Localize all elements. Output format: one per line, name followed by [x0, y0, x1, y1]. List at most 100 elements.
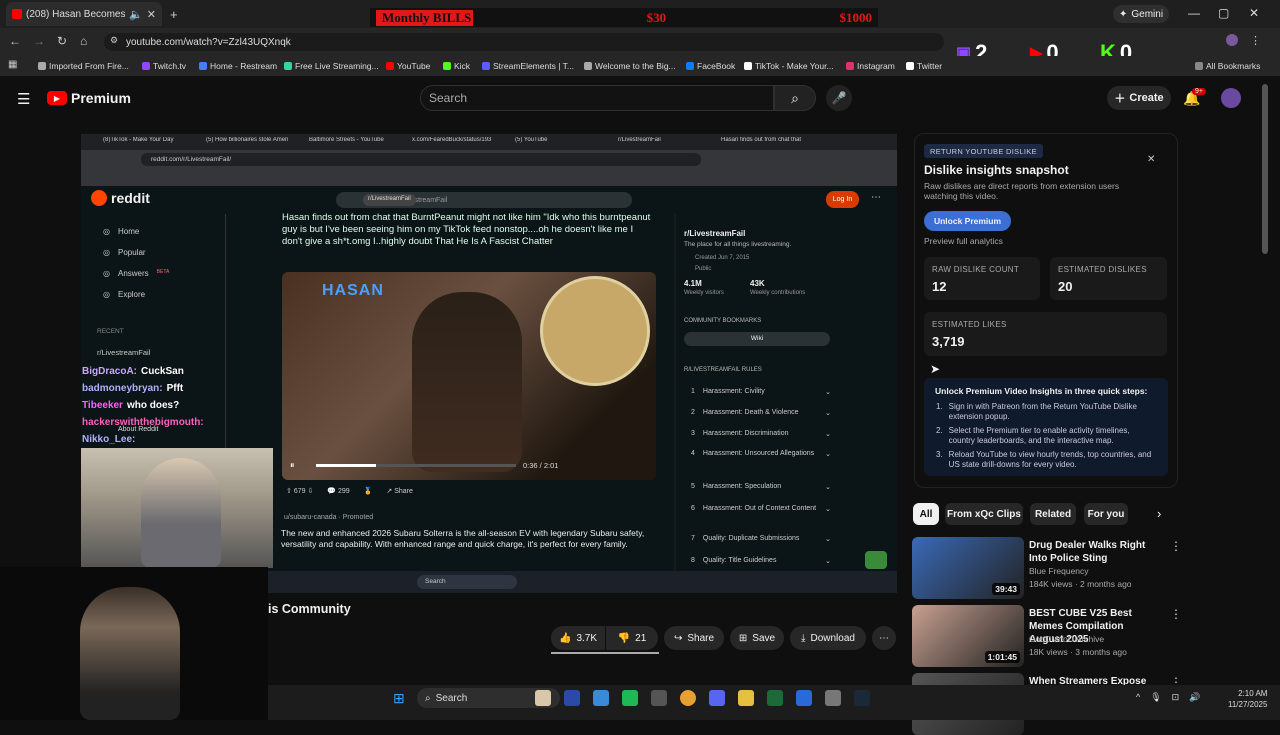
microphone-icon[interactable]: 🎤	[826, 85, 852, 111]
browser-menu-icon[interactable]: ⋮	[1250, 34, 1261, 47]
close-panel-icon[interactable]: ✕	[1147, 154, 1155, 165]
bookmark-item[interactable]: FaceBook	[686, 61, 735, 71]
subreddit-chip[interactable]: r/LivestreamFail	[363, 194, 416, 206]
account-avatar[interactable]	[1221, 88, 1241, 108]
maximize-icon[interactable]: ▢	[1218, 6, 1229, 20]
back-icon[interactable]: ←	[9, 34, 21, 48]
volume-icon[interactable]: 🔊	[1189, 692, 1200, 703]
like-button[interactable]: 👍 3.7K	[551, 626, 605, 650]
vote-button[interactable]: ⇧ 679 ⇩	[286, 487, 313, 495]
chip-related[interactable]: Related	[1030, 503, 1076, 525]
network-icon[interactable]: ⊡	[1172, 692, 1180, 703]
close-tab-icon[interactable]: ✕	[147, 8, 156, 21]
address-bar[interactable]: youtube.com/watch?v=Zzl43UQXnqk	[104, 33, 944, 51]
apps-icon[interactable]: ▦	[8, 59, 17, 70]
chip-from-xqc-clips[interactable]: From xQc Clips	[945, 503, 1023, 525]
taskbar-explorer-icon[interactable]	[535, 690, 551, 706]
bookmark-item[interactable]: Twitch.tv	[142, 61, 186, 71]
taskbar-steam-icon[interactable]	[854, 690, 870, 706]
pause-icon[interactable]: ⏸	[290, 460, 295, 471]
more-actions-icon[interactable]: ⋯	[872, 626, 896, 650]
bookmark-item[interactable]: Instagram	[846, 61, 895, 71]
search-icon[interactable]: ⌕	[774, 85, 816, 111]
profile-avatar[interactable]	[1226, 34, 1238, 46]
award-icon[interactable]: 🏅	[364, 487, 373, 495]
video-menu-icon[interactable]: ⋮	[1170, 539, 1182, 553]
bookmark-item[interactable]: YouTube	[386, 61, 430, 71]
taskbar-notepad-icon[interactable]	[796, 690, 812, 706]
page-scrollbar[interactable]	[1262, 84, 1268, 254]
system-tray[interactable]: ^ 🎙 ⊡ 🔊	[1136, 692, 1200, 703]
tray-arrow-icon[interactable]: ^	[1136, 692, 1140, 703]
comments-button[interactable]: 💬 299	[327, 487, 349, 495]
forward-icon[interactable]: →	[33, 34, 45, 48]
taskbar-app-icon[interactable]	[651, 690, 667, 706]
channel-name[interactable]: GooDMooD Archive	[1029, 634, 1104, 644]
home-icon[interactable]: ⌂	[80, 34, 87, 48]
gemini-button[interactable]: ✦ Gemini	[1113, 5, 1169, 23]
rule-item[interactable]: 6 Harassment: Out of Context Content ⌄	[691, 505, 831, 513]
recent-subreddit[interactable]: r/LivestreamFail	[97, 348, 150, 357]
rule-item[interactable]: 7 Quality: Duplicate Submissions ⌄	[691, 535, 831, 543]
video-menu-icon[interactable]: ⋮	[1170, 607, 1182, 621]
reddit-nav-answers[interactable]: ◎ Answers BETA	[103, 269, 169, 278]
clip-progress-bar[interactable]	[316, 464, 516, 467]
bookmark-item[interactable]: Home - Restream	[199, 61, 277, 71]
mic-tray-icon[interactable]: 🎙	[1150, 692, 1161, 703]
share-post-button[interactable]: ↗ Share	[386, 487, 413, 495]
bookmark-item[interactable]: Welcome to the Big...	[584, 61, 676, 71]
rule-item[interactable]: 1 Harassment: Civility ⌄	[691, 388, 831, 396]
youtube-search-input[interactable]: Search	[420, 85, 774, 111]
video-thumbnail[interactable]: 39:43	[912, 537, 1024, 599]
bookmark-item[interactable]: Imported From Fire...	[38, 61, 129, 71]
rule-item[interactable]: 3 Harassment: Discrimination ⌄	[691, 430, 831, 438]
ad-text[interactable]: The new and enhanced 2026 Subaru Solterr…	[281, 528, 651, 550]
new-tab-button[interactable]: +	[170, 7, 178, 22]
download-button[interactable]: ⤓ Download	[790, 626, 866, 650]
share-button[interactable]: ↪ Share	[664, 626, 724, 650]
video-title[interactable]: Drug Dealer Walks Right Into Police Stin…	[1029, 539, 1159, 565]
all-bookmarks[interactable]: All Bookmarks	[1195, 61, 1260, 71]
rule-item[interactable]: 2 Harassment: Death & Violence ⌄	[691, 409, 831, 417]
reload-icon[interactable]: ↻	[57, 34, 67, 48]
taskbar-store-icon[interactable]	[593, 690, 609, 706]
unlock-premium-button[interactable]: Unlock Premium	[924, 211, 1011, 231]
taskbar-nvidia-icon[interactable]	[767, 690, 783, 706]
rule-item[interactable]: 8 Quality: Title Guidelines ⌄	[691, 557, 831, 565]
dislike-button[interactable]: 👎 21	[606, 626, 658, 650]
site-info-icon[interactable]: ⚙	[110, 35, 118, 46]
recommended-video[interactable]: 39:43 Drug Dealer Walks Right Into Police…	[912, 537, 1182, 599]
video-thumbnail[interactable]: 1:01:45	[912, 605, 1024, 667]
hamburger-menu-icon[interactable]: ☰	[17, 90, 30, 108]
post-title[interactable]: Hasan finds out from chat that BurntPean…	[282, 212, 652, 248]
chip-all[interactable]: All	[913, 503, 939, 525]
bookmark-item[interactable]: Kick	[443, 61, 470, 71]
rule-item[interactable]: 5 Harassment: Speculation ⌄	[691, 483, 831, 491]
recommended-video[interactable]: 1:01:45 BEST CUBE V25 Best Memes Compilat…	[912, 605, 1182, 667]
bookmark-item[interactable]: Free Live Streaming...	[284, 61, 379, 71]
taskbar-chrome-icon[interactable]	[680, 690, 696, 706]
taskbar-clock[interactable]: 2:10 AM 11/27/2025	[1228, 688, 1267, 710]
reddit-nav-explore[interactable]: ◎ Explore	[103, 290, 145, 299]
speaker-icon[interactable]: 🔈	[129, 8, 143, 21]
taskbar-folder-icon[interactable]	[738, 690, 754, 706]
reddit-nav-home[interactable]: ◎ Home	[103, 227, 139, 236]
minimize-icon[interactable]: —	[1188, 6, 1200, 20]
post-video-clip[interactable]: HASAN	[282, 272, 656, 480]
taskbar-settings-icon[interactable]	[825, 690, 841, 706]
windows-start-icon[interactable]: ⊞	[393, 690, 405, 707]
browser-tab[interactable]: (208) Hasan Becomes Self a 🔈 ✕	[6, 2, 162, 26]
taskbar-spotify-icon[interactable]	[622, 690, 638, 706]
save-button[interactable]: ⊞ Save	[730, 626, 784, 650]
create-button[interactable]: ＋ Create	[1107, 86, 1171, 110]
bookmark-item[interactable]: TikTok - Make Your...	[744, 61, 834, 71]
channel-name[interactable]: Blue Frequency	[1029, 566, 1089, 576]
taskbar-discord-icon[interactable]	[709, 690, 725, 706]
reddit-logo[interactable]: reddit	[91, 190, 150, 206]
reddit-login-button[interactable]: Log In	[826, 191, 859, 208]
bookmark-item[interactable]: Twitter	[906, 61, 942, 71]
chips-next-icon[interactable]: ›	[1157, 506, 1161, 521]
more-icon[interactable]: ⋯	[871, 192, 881, 203]
close-window-icon[interactable]: ✕	[1249, 6, 1259, 20]
wiki-button[interactable]: Wiki	[684, 332, 830, 346]
